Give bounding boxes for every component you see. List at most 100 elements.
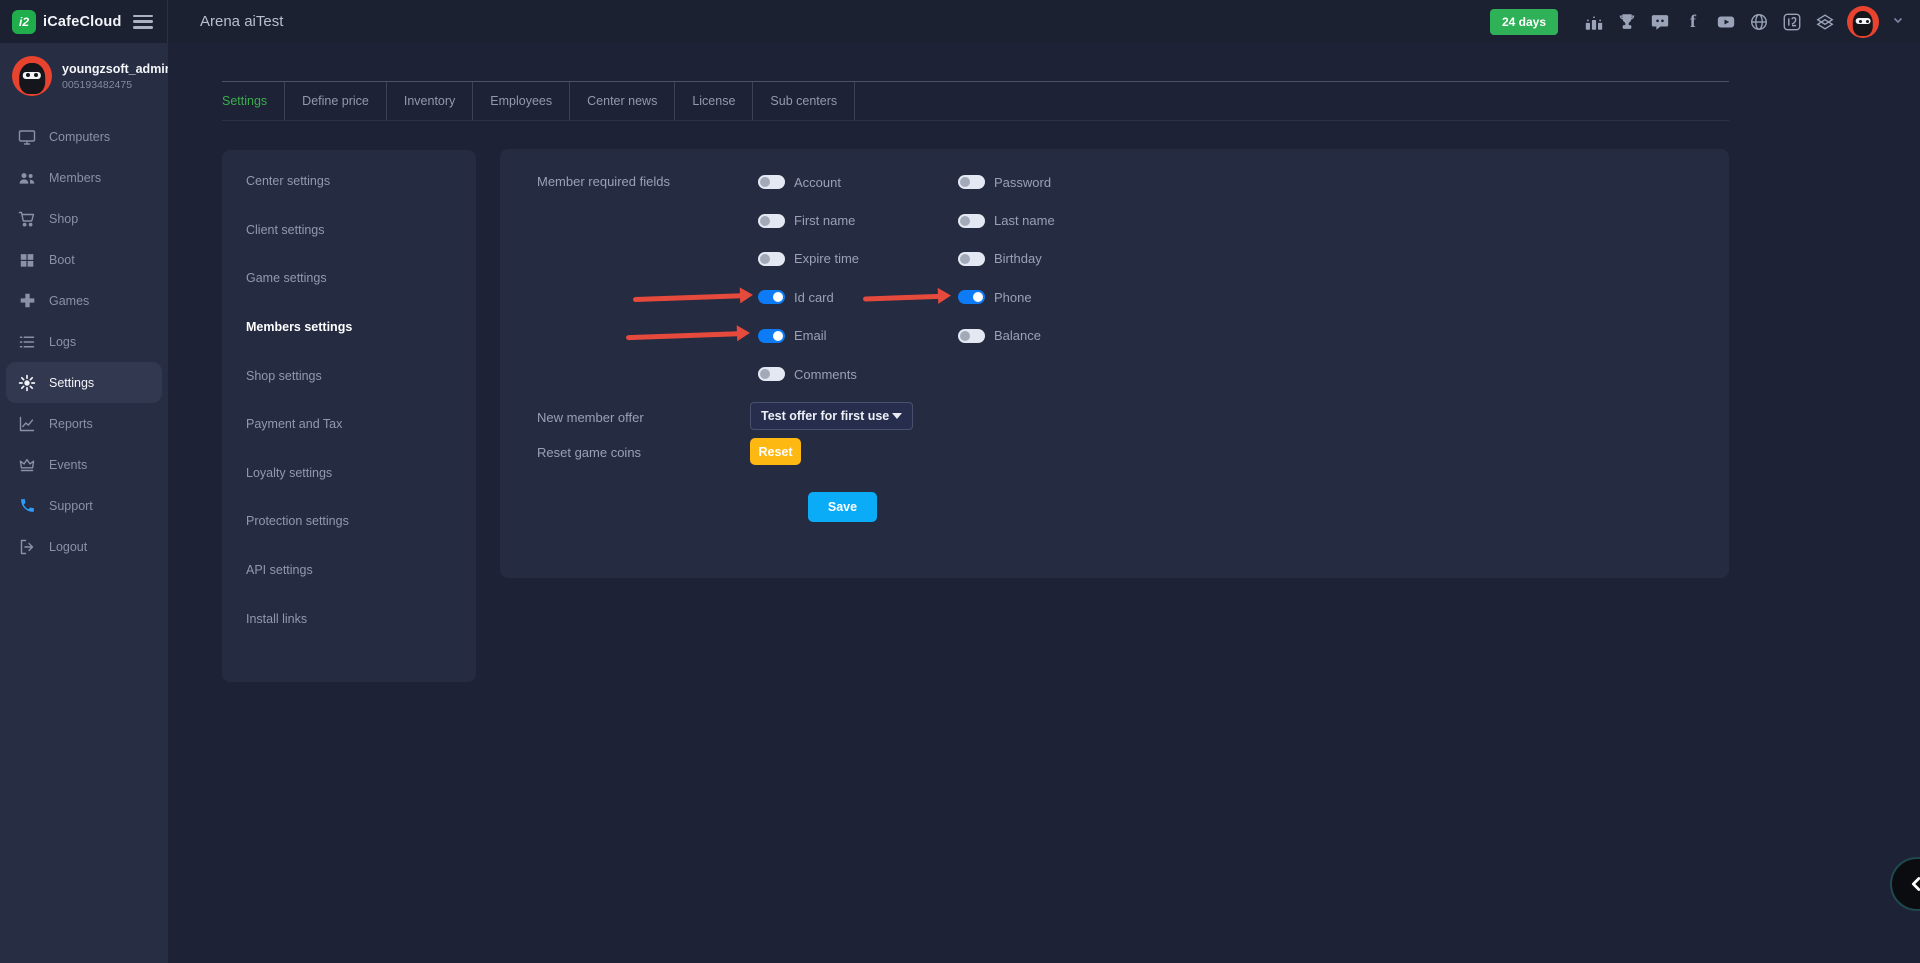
save-button[interactable]: Save — [808, 492, 877, 522]
sidebar: youngzsoft_admin 005193482475 Computers … — [0, 43, 168, 963]
members-icon — [18, 169, 36, 187]
settings-menu-item-install-links[interactable]: Install links — [222, 594, 476, 643]
website-globe-icon[interactable] — [1748, 11, 1770, 33]
center-title: Arena aiTest — [200, 13, 283, 30]
tab-settings[interactable]: Settings — [222, 82, 285, 120]
tab-bar: Settings Define price Inventory Employee… — [222, 81, 1729, 121]
boot-windows-icon — [18, 251, 36, 269]
menu-toggle-icon[interactable] — [133, 15, 153, 29]
main-content: Settings Define price Inventory Employee… — [168, 43, 1920, 963]
logout-icon — [18, 538, 36, 556]
field-phone: Phone — [958, 290, 1158, 305]
new-member-offer-label: New member offer — [537, 410, 644, 425]
discord-icon[interactable] — [1649, 11, 1671, 33]
member-required-fields-label: Member required fields — [537, 174, 670, 189]
icafemenu-layers-icon[interactable] — [1814, 11, 1836, 33]
topbar-actions: 24 days f — [1490, 6, 1920, 38]
expire-time-toggle[interactable] — [758, 252, 785, 266]
settings-menu-item-shop-settings[interactable]: Shop settings — [222, 351, 476, 400]
settings-submenu: Center settings Client settings Game set… — [222, 150, 476, 682]
field-comments: Comments — [758, 367, 958, 382]
app-logo-icon: i2 — [12, 10, 36, 34]
field-balance: Balance — [958, 328, 1158, 343]
new-member-offer-select[interactable]: Test offer for first use — [750, 402, 913, 430]
support-phone-icon — [18, 497, 36, 515]
field-last-name: Last name — [958, 213, 1158, 228]
sidebar-item-reports[interactable]: Reports — [6, 403, 162, 444]
sidebar-item-support[interactable]: Support — [6, 485, 162, 526]
tab-center-news[interactable]: Center news — [570, 82, 675, 120]
sidebar-item-label: Logout — [49, 540, 87, 554]
settings-menu-item-center-settings[interactable]: Center settings — [222, 157, 476, 206]
settings-menu-item-api-settings[interactable]: API settings — [222, 546, 476, 595]
youtube-icon[interactable] — [1715, 11, 1737, 33]
sidebar-item-boot[interactable]: Boot — [6, 239, 162, 280]
topbar-left: i2 iCafeCloud — [0, 0, 168, 43]
tab-license[interactable]: License — [675, 82, 753, 120]
tab-define-price[interactable]: Define price — [285, 82, 387, 120]
app-logo[interactable]: i2 iCafeCloud — [12, 10, 122, 34]
sidebar-user-block[interactable]: youngzsoft_admin 005193482475 — [0, 43, 168, 116]
user-avatar[interactable] — [1847, 6, 1879, 38]
sidebar-item-label: Members — [49, 171, 101, 185]
settings-menu-item-game-settings[interactable]: Game settings — [222, 254, 476, 303]
comments-toggle[interactable] — [758, 367, 785, 381]
chevron-left-icon — [1906, 873, 1920, 895]
field-expire-time: Expire time — [758, 251, 958, 266]
sidebar-item-games[interactable]: Games — [6, 280, 162, 321]
new-member-offer-value: Test offer for first use — [761, 409, 889, 423]
select-chevron-down-icon — [892, 413, 902, 419]
annotation-arrow-id-card — [633, 287, 753, 307]
sidebar-item-label: Settings — [49, 376, 94, 390]
account-toggle[interactable] — [758, 175, 785, 189]
sidebar-item-label: Boot — [49, 253, 75, 267]
sidebar-item-label: Reports — [49, 417, 93, 431]
birthday-toggle[interactable] — [958, 252, 985, 266]
computers-icon — [18, 128, 36, 146]
tab-sub-centers[interactable]: Sub centers — [753, 82, 855, 120]
app-logo-text: iCafeCloud — [43, 14, 122, 30]
sidebar-item-settings[interactable]: Settings — [6, 362, 162, 403]
id-card-toggle[interactable] — [758, 290, 785, 304]
settings-gear-icon — [18, 374, 36, 392]
settings-menu-item-members-settings[interactable]: Members settings — [222, 303, 476, 352]
tab-inventory[interactable]: Inventory — [387, 82, 473, 120]
trophy-icon[interactable] — [1616, 11, 1638, 33]
balance-toggle[interactable] — [958, 329, 985, 343]
members-settings-panel: Member required fields Account Password … — [500, 149, 1729, 578]
field-first-name: First name — [758, 213, 958, 228]
sidebar-item-members[interactable]: Members — [6, 157, 162, 198]
profile-chevron-down-icon[interactable] — [1892, 13, 1904, 31]
topbar: i2 iCafeCloud Arena aiTest 24 days — [0, 0, 1920, 43]
ranking-icon[interactable] — [1583, 11, 1605, 33]
password-toggle[interactable] — [958, 175, 985, 189]
last-name-toggle[interactable] — [958, 214, 985, 228]
sidebar-item-events[interactable]: Events — [6, 444, 162, 485]
field-birthday: Birthday — [958, 251, 1158, 266]
sidebar-item-shop[interactable]: Shop — [6, 198, 162, 239]
required-fields-grid: Account Password First name Last name Ex… — [758, 163, 1158, 393]
events-crown-icon — [18, 456, 36, 474]
sidebar-item-computers[interactable]: Computers — [6, 116, 162, 157]
field-password: Password — [958, 175, 1158, 190]
email-toggle[interactable] — [758, 329, 785, 343]
sidebar-item-logout[interactable]: Logout — [6, 526, 162, 567]
facebook-icon[interactable]: f — [1682, 11, 1704, 33]
settings-menu-item-client-settings[interactable]: Client settings — [222, 206, 476, 255]
settings-menu-item-protection-settings[interactable]: Protection settings — [222, 497, 476, 546]
field-account: Account — [758, 175, 958, 190]
user-id: 005193482475 — [62, 79, 172, 91]
sidebar-item-label: Computers — [49, 130, 110, 144]
games-icon — [18, 292, 36, 310]
sidebar-item-logs[interactable]: Logs — [6, 321, 162, 362]
phone-toggle[interactable] — [958, 290, 985, 304]
settings-menu-item-loyalty-settings[interactable]: Loyalty settings — [222, 449, 476, 498]
sidebar-item-label: Support — [49, 499, 93, 513]
settings-menu-item-payment-and-tax[interactable]: Payment and Tax — [222, 400, 476, 449]
reset-button[interactable]: Reset — [750, 438, 801, 465]
tab-employees[interactable]: Employees — [473, 82, 570, 120]
icafecloud-logo-icon[interactable] — [1781, 11, 1803, 33]
shop-cart-icon — [18, 210, 36, 228]
license-days-badge[interactable]: 24 days — [1490, 9, 1558, 35]
first-name-toggle[interactable] — [758, 214, 785, 228]
